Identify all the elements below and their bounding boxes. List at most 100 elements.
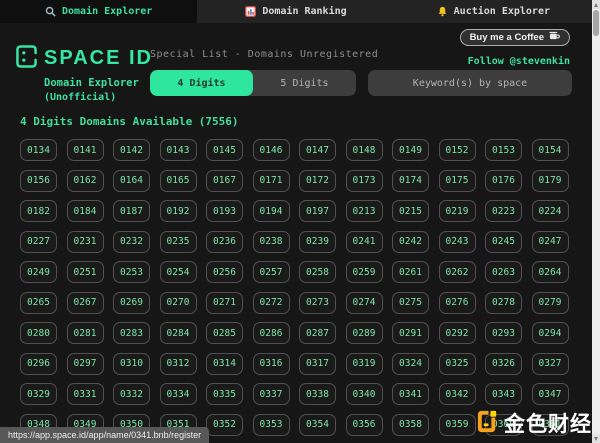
- domain-button[interactable]: 0146: [253, 139, 290, 161]
- domain-button[interactable]: 0335: [206, 383, 243, 405]
- domain-button[interactable]: 0264: [532, 261, 569, 283]
- domain-button[interactable]: 0341: [392, 383, 429, 405]
- domain-button[interactable]: 0281: [67, 322, 104, 344]
- domain-button[interactable]: 0253: [113, 261, 150, 283]
- domain-button[interactable]: 0325: [439, 353, 476, 375]
- domain-button[interactable]: 0356: [346, 414, 383, 436]
- domain-button[interactable]: 0162: [67, 170, 104, 192]
- follow-link[interactable]: Follow @stevenkin: [460, 56, 570, 67]
- domain-button[interactable]: 0174: [392, 170, 429, 192]
- domain-button[interactable]: 0331: [67, 383, 104, 405]
- domain-button[interactable]: 0316: [253, 353, 290, 375]
- domain-button[interactable]: 0269: [113, 292, 150, 314]
- domain-button[interactable]: 0247: [532, 231, 569, 253]
- domain-button[interactable]: 0274: [346, 292, 383, 314]
- domain-button[interactable]: 0310: [113, 353, 150, 375]
- domain-button[interactable]: 0275: [392, 292, 429, 314]
- domain-button[interactable]: 0337: [253, 383, 290, 405]
- domain-button[interactable]: 0285: [206, 322, 243, 344]
- domain-button[interactable]: 0242: [392, 231, 429, 253]
- domain-button[interactable]: 0289: [346, 322, 383, 344]
- domain-button[interactable]: 0256: [206, 261, 243, 283]
- domain-button[interactable]: 0187: [113, 200, 150, 222]
- domain-button[interactable]: 0352: [206, 414, 243, 436]
- domain-button[interactable]: 0164: [113, 170, 150, 192]
- domain-button[interactable]: 0232: [113, 231, 150, 253]
- domain-button[interactable]: 0317: [299, 353, 336, 375]
- domain-button[interactable]: 0262: [439, 261, 476, 283]
- domain-button[interactable]: 0249: [20, 261, 57, 283]
- domain-button[interactable]: 0149: [392, 139, 429, 161]
- domain-button[interactable]: 0227: [20, 231, 57, 253]
- domain-button[interactable]: 0243: [439, 231, 476, 253]
- domain-button[interactable]: 0241: [346, 231, 383, 253]
- domain-button[interactable]: 0236: [206, 231, 243, 253]
- domain-button[interactable]: 0182: [20, 200, 57, 222]
- domain-button[interactable]: 0271: [206, 292, 243, 314]
- domain-button[interactable]: 0294: [532, 322, 569, 344]
- domain-button[interactable]: 0343: [485, 383, 522, 405]
- domain-button[interactable]: 0259: [346, 261, 383, 283]
- domain-button[interactable]: 0147: [299, 139, 336, 161]
- domain-button[interactable]: 0358: [392, 414, 429, 436]
- domain-button[interactable]: 0293: [485, 322, 522, 344]
- domain-button[interactable]: 0167: [206, 170, 243, 192]
- domain-button[interactable]: 0340: [346, 383, 383, 405]
- domain-button[interactable]: 0224: [532, 200, 569, 222]
- domain-button[interactable]: 0353: [253, 414, 290, 436]
- domain-button[interactable]: 0239: [299, 231, 336, 253]
- domain-button[interactable]: 0327: [532, 353, 569, 375]
- domain-button[interactable]: 0312: [160, 353, 197, 375]
- domain-button[interactable]: 0273: [299, 292, 336, 314]
- domain-button[interactable]: 0148: [346, 139, 383, 161]
- domain-button[interactable]: 0235: [160, 231, 197, 253]
- domain-button[interactable]: 0254: [160, 261, 197, 283]
- domain-button[interactable]: 0347: [532, 383, 569, 405]
- domain-button[interactable]: 0283: [113, 322, 150, 344]
- domain-button[interactable]: 0165: [160, 170, 197, 192]
- domain-button[interactable]: 0296: [20, 353, 57, 375]
- domain-button[interactable]: 0263: [485, 261, 522, 283]
- vertical-scrollbar[interactable]: [592, 0, 600, 443]
- domain-button[interactable]: 0134: [20, 139, 57, 161]
- domain-button[interactable]: 0143: [160, 139, 197, 161]
- domain-button[interactable]: 0329: [20, 383, 57, 405]
- domain-button[interactable]: 0141: [67, 139, 104, 161]
- domain-button[interactable]: 0184: [67, 200, 104, 222]
- domain-button[interactable]: 0278: [485, 292, 522, 314]
- tab-domain-explorer[interactable]: Domain Explorer: [0, 0, 197, 23]
- domain-button[interactable]: 0231: [67, 231, 104, 253]
- domain-button[interactable]: 0194: [253, 200, 290, 222]
- domain-button[interactable]: 0314: [206, 353, 243, 375]
- domain-button[interactable]: 0286: [253, 322, 290, 344]
- domain-button[interactable]: 0297: [67, 353, 104, 375]
- domain-button[interactable]: 0176: [485, 170, 522, 192]
- domain-button[interactable]: 0334: [160, 383, 197, 405]
- domain-button[interactable]: 0173: [346, 170, 383, 192]
- domain-button[interactable]: 0172: [299, 170, 336, 192]
- scrollbar-thumb[interactable]: [593, 10, 599, 36]
- domain-button[interactable]: 0292: [439, 322, 476, 344]
- domain-button[interactable]: 0265: [20, 292, 57, 314]
- domain-button[interactable]: 0179: [532, 170, 569, 192]
- domain-button[interactable]: 0338: [299, 383, 336, 405]
- domain-button[interactable]: 0276: [439, 292, 476, 314]
- domain-button[interactable]: 0332: [113, 383, 150, 405]
- domain-button[interactable]: 0197: [299, 200, 336, 222]
- domain-button[interactable]: 0272: [253, 292, 290, 314]
- domain-button[interactable]: 0238: [253, 231, 290, 253]
- domain-button[interactable]: 0223: [485, 200, 522, 222]
- tab-auction-explorer[interactable]: Auction Explorer: [395, 0, 592, 23]
- domain-button[interactable]: 0359: [439, 414, 476, 436]
- domain-button[interactable]: 0270: [160, 292, 197, 314]
- domain-button[interactable]: 0324: [392, 353, 429, 375]
- tab-4-digits[interactable]: 4 Digits: [150, 70, 253, 96]
- domain-button[interactable]: 0219: [439, 200, 476, 222]
- domain-button[interactable]: 0152: [439, 139, 476, 161]
- tab-5-digits[interactable]: 5 Digits: [253, 70, 356, 96]
- domain-button[interactable]: 0326: [485, 353, 522, 375]
- domain-button[interactable]: 0154: [532, 139, 569, 161]
- domain-button[interactable]: 0153: [485, 139, 522, 161]
- domain-button[interactable]: 0213: [346, 200, 383, 222]
- tab-domain-ranking[interactable]: Domain Ranking: [197, 0, 394, 23]
